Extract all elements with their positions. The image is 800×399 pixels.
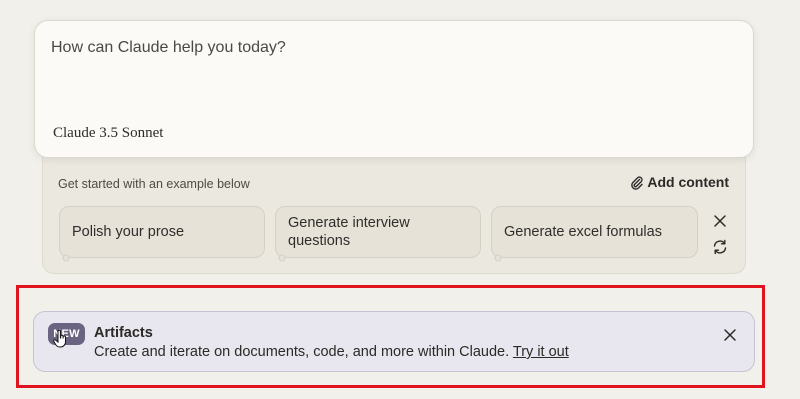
chip-tail-icon bbox=[62, 254, 70, 262]
page: Claude 3.5 Sonnet Get started with an ex… bbox=[0, 0, 800, 399]
model-version: 3.5 Sonnet bbox=[99, 125, 164, 141]
chip-tail-icon bbox=[494, 254, 502, 262]
starter-chip-label: Generate interview questions bbox=[288, 215, 410, 249]
starter-chip-excel-formulas[interactable]: Generate excel formulas bbox=[491, 206, 698, 262]
chat-input[interactable] bbox=[51, 39, 731, 99]
starter-tray: Get started with an example below Add co… bbox=[42, 150, 746, 274]
refresh-icon[interactable] bbox=[711, 238, 729, 256]
chat-composer: Claude 3.5 Sonnet bbox=[34, 20, 754, 158]
model-brand: Claude bbox=[53, 125, 96, 141]
chip-tail-icon bbox=[278, 254, 286, 262]
paperclip-icon bbox=[631, 175, 644, 190]
starter-caption: Get started with an example below bbox=[58, 177, 250, 191]
highlight-frame bbox=[16, 285, 765, 388]
add-content-button[interactable]: Add content bbox=[630, 174, 729, 190]
starter-chip-label: Polish your prose bbox=[72, 224, 185, 240]
add-content-label: Add content bbox=[647, 174, 729, 190]
starter-chip-interview-questions[interactable]: Generate interview questions bbox=[275, 206, 481, 262]
starter-chip-label: Generate excel formulas bbox=[504, 224, 662, 240]
model-selector[interactable]: Claude 3.5 Sonnet bbox=[53, 125, 163, 142]
starter-chip-polish-prose[interactable]: Polish your prose bbox=[59, 206, 265, 262]
close-icon[interactable] bbox=[711, 212, 729, 230]
